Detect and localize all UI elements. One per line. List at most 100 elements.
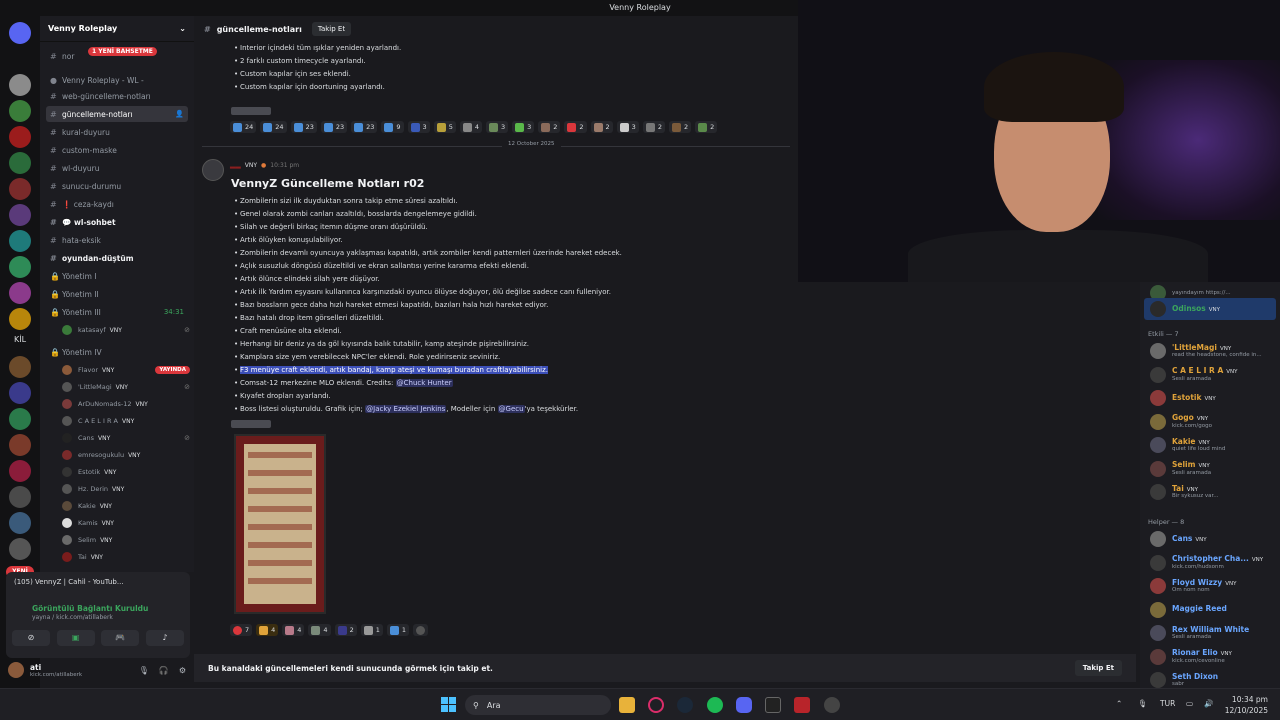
server-icon[interactable]: [9, 204, 31, 226]
microphone-icon[interactable]: 🎙: [139, 666, 149, 675]
member-item[interactable]: Rex William White Sesli aramada: [1144, 622, 1276, 644]
follow-button[interactable]: Takip Et: [311, 22, 352, 36]
member-item[interactable]: Estotik VNY: [1144, 387, 1276, 409]
spoiler-block[interactable]: [231, 107, 271, 115]
steam-icon[interactable]: [677, 697, 693, 713]
server-icon[interactable]: [9, 538, 31, 560]
reaction[interactable]: 3: [616, 121, 639, 133]
app-icon[interactable]: [824, 697, 840, 713]
channel-item[interactable]: # sunucu-durumu: [46, 178, 188, 194]
guild-header[interactable]: Venny Roleplay ⌄: [40, 16, 194, 42]
volume-icon[interactable]: 🔊: [1204, 699, 1213, 708]
channel-item[interactable]: # 💬 wl-sohbet: [46, 214, 188, 230]
discord-home-icon[interactable]: [9, 22, 31, 44]
reaction[interactable]: 4: [308, 624, 331, 636]
discord-icon[interactable]: [736, 697, 752, 713]
channel-item[interactable]: # ❗ ceza-kaydı: [46, 196, 188, 212]
add-member-icon[interactable]: 👤: [175, 110, 184, 118]
voice-user[interactable]: Hz. Derin VNY: [62, 481, 190, 497]
reaction[interactable]: 23: [320, 121, 348, 133]
voice-user[interactable]: Flavor VNY YAYINDA: [62, 362, 190, 378]
voice-user[interactable]: ArDuNomads-12 VNY: [62, 396, 190, 412]
reaction[interactable]: 2: [695, 121, 718, 133]
reaction[interactable]: 4: [256, 624, 279, 636]
reaction[interactable]: 3: [512, 121, 535, 133]
system-clock[interactable]: 10:34 pm 12/10/2025: [1220, 694, 1268, 716]
voice-user[interactable]: C A E L I R A VNY: [62, 413, 190, 429]
reaction[interactable]: 1: [386, 624, 409, 636]
reaction[interactable]: 24: [260, 121, 287, 133]
reaction[interactable]: 23: [351, 121, 378, 133]
server-icon[interactable]: [9, 512, 31, 534]
voice-user[interactable]: Cans VNY ⊘: [62, 430, 190, 446]
reaction[interactable]: 5: [433, 121, 456, 133]
voice-user[interactable]: Estotik VNY: [62, 464, 190, 480]
server-icon[interactable]: [9, 382, 31, 404]
member-item[interactable]: Cans VNY: [1144, 528, 1276, 550]
server-icon[interactable]: [9, 230, 31, 252]
reaction[interactable]: 2: [538, 121, 561, 133]
member-item[interactable]: C A E L I R A VNY Sesli aramada: [1144, 364, 1276, 386]
new-mention-badge[interactable]: 1 YENİ BAHSETME: [88, 47, 157, 56]
game-launcher-icon[interactable]: [794, 697, 810, 713]
channel-item[interactable]: # custom-maske: [46, 142, 188, 158]
author-name-redacted[interactable]: ▂▂: [230, 161, 241, 169]
reaction[interactable]: 2: [564, 121, 587, 133]
member-item[interactable]: Seth Dixon sabr: [1144, 669, 1276, 688]
server-icon[interactable]: [9, 152, 31, 174]
member-item[interactable]: Christopher Cha... VNY kick.com/hudsonm: [1144, 552, 1276, 574]
voice-user[interactable]: Kamis VNY: [62, 515, 190, 531]
headphones-icon[interactable]: 🎧: [159, 666, 169, 675]
member-item[interactable]: Tai VNY Bir sykusuz var...: [1144, 481, 1276, 503]
voice-user[interactable]: Selim VNY: [62, 532, 190, 548]
server-icon[interactable]: [9, 460, 31, 482]
user-mention[interactable]: @Gecu: [497, 405, 525, 413]
member-item[interactable]: Odinsos VNY: [1144, 298, 1276, 320]
camera-off-icon[interactable]: ⊘: [12, 630, 50, 646]
taskbar-search[interactable]: ⚲ Ara: [465, 695, 611, 715]
file-explorer-icon[interactable]: [619, 697, 635, 713]
member-item[interactable]: Rionar Elio VNY kick.com/cevonline: [1144, 646, 1276, 668]
channel-item[interactable]: # wl-duyuru: [46, 160, 188, 176]
reaction[interactable]: 24: [230, 121, 257, 133]
server-icon[interactable]: [9, 486, 31, 508]
gear-icon[interactable]: ⚙: [179, 666, 186, 675]
voice-user[interactable]: emresogukulu VNY: [62, 447, 190, 463]
server-icon[interactable]: [9, 434, 31, 456]
channel-item[interactable]: ● Venny Roleplay - WL -: [46, 72, 188, 88]
activity-icon[interactable]: 🎮: [101, 630, 140, 646]
microphone-tray-icon[interactable]: 🎙: [1138, 699, 1148, 708]
reaction[interactable]: 4: [459, 121, 482, 133]
opera-gx-icon[interactable]: [648, 697, 664, 713]
channel-item[interactable]: # oyundan-düştüm: [46, 250, 188, 266]
member-item[interactable]: 'LittleMagi VNY read the headstone, confid…: [1144, 340, 1276, 362]
reaction[interactable]: 2: [334, 624, 357, 636]
reaction[interactable]: 2: [668, 121, 692, 133]
reaction[interactable]: 2: [590, 121, 613, 133]
spotify-icon[interactable]: [707, 697, 723, 713]
language-indicator[interactable]: TUR: [1160, 699, 1175, 708]
voice-channel-name[interactable]: yayna / kick.com/atillaberk: [32, 614, 113, 621]
member-item[interactable]: Maggie Reed: [1144, 599, 1276, 621]
channel-item[interactable]: # web-güncelleme-notları: [46, 88, 188, 104]
tray-chevron-up-icon[interactable]: ⌃: [1116, 699, 1122, 708]
server-icon[interactable]: [9, 356, 31, 378]
obs-icon[interactable]: [765, 697, 781, 713]
stream-title[interactable]: (105) VennyZ | Cahil - YouTub...: [14, 578, 124, 586]
spoiler-block[interactable]: [231, 420, 271, 428]
attachment-image[interactable]: [234, 434, 326, 614]
server-icon[interactable]: [9, 74, 31, 96]
voice-user[interactable]: Tai VNY: [62, 549, 190, 565]
voice-user[interactable]: Kakie VNY: [62, 498, 190, 514]
voice-channel[interactable]: 🔒 Yönetim III 34:31: [46, 304, 188, 320]
avatar[interactable]: [202, 159, 224, 181]
member-item[interactable]: Kakie VNY quiet life loud mind: [1144, 434, 1276, 456]
reaction[interactable]: 4: [282, 624, 305, 636]
reaction[interactable]: 2: [642, 121, 665, 133]
reaction[interactable]: 7: [230, 624, 253, 636]
server-icon[interactable]: [9, 100, 31, 122]
server-icon[interactable]: [9, 282, 31, 304]
voice-channel[interactable]: 🔒 Yönetim II: [46, 286, 188, 302]
windows-start-icon[interactable]: [441, 697, 457, 713]
server-icon[interactable]: [9, 308, 31, 330]
